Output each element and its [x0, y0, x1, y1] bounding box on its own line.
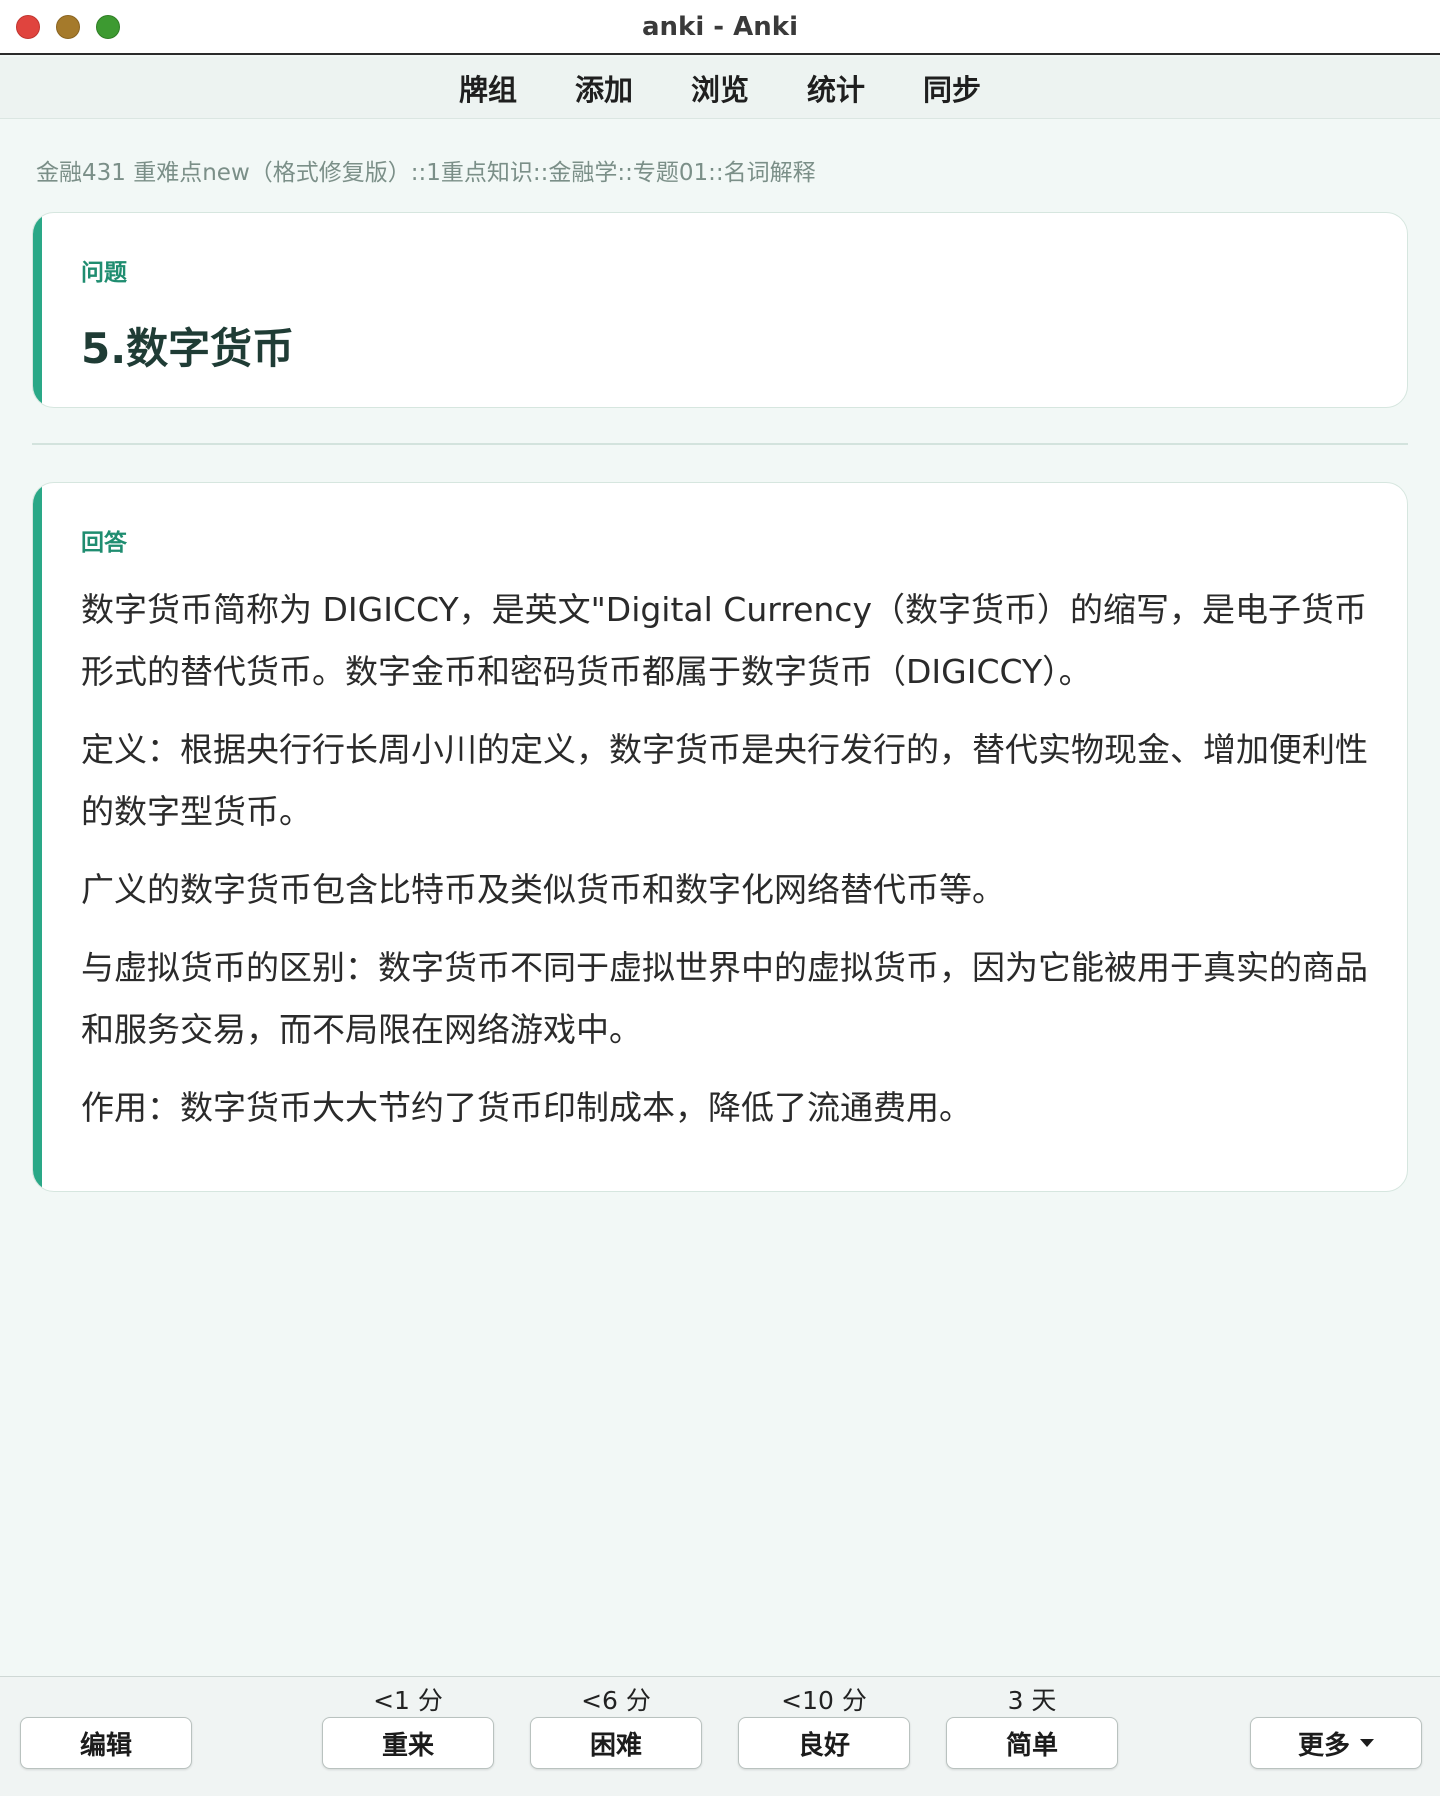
deck-breadcrumb: 金融431 重难点new（格式修复版）::1重点知识::金融学::专题01::名…	[36, 160, 816, 186]
answer-card: 回答 数字货币简称为 DIGICCY，是英文"Digital Currency（…	[32, 482, 1408, 1192]
answer-paragraph: 定义：根据央行行长周小川的定义，数字货币是央行发行的，替代实物现金、增加便利性的…	[81, 730, 1368, 831]
toolbar-stats[interactable]: 统计	[807, 67, 865, 109]
easy-interval: 3 天	[1007, 1686, 1057, 1715]
good-interval: <10 分	[781, 1686, 867, 1715]
card-divider	[32, 443, 1408, 445]
easy-button-label: 简单	[1005, 1730, 1058, 1761]
hard-interval: <6 分	[581, 1686, 651, 1715]
anki-window: anki - Anki 牌组 添加 浏览 统计 同步 金融431 重难点new（…	[0, 0, 1440, 1796]
question-card: 问题 5.数字货币	[32, 212, 1408, 408]
again-interval: <1 分	[373, 1686, 443, 1715]
again-button[interactable]: 重来	[322, 1717, 494, 1769]
toolbar-sync[interactable]: 同步	[923, 67, 981, 109]
answer-label: 回答	[81, 530, 127, 556]
toolbar-decks[interactable]: 牌组	[459, 67, 517, 109]
easy-button[interactable]: 简单	[946, 1717, 1118, 1769]
toolbar-browse[interactable]: 浏览	[691, 67, 749, 109]
good-button-label: 良好	[797, 1730, 850, 1761]
caret-down-icon	[1360, 1739, 1374, 1747]
answer-body: 数字货币简称为 DIGICCY，是英文"Digital Currency（数字货…	[81, 579, 1381, 1155]
review-bottom-bar: 编辑 <1 分 重来 <6 分 困难 <10 分 良好 3 天 简单 更多	[0, 1676, 1440, 1796]
answer-paragraph: 与虚拟货币的区别：数字货币不同于虚拟世界中的虚拟货币，因为它能被用于真实的商品和…	[81, 948, 1368, 1049]
again-button-label: 重来	[381, 1730, 434, 1761]
edit-button[interactable]: 编辑	[20, 1717, 192, 1769]
more-button-label: 更多	[1297, 1730, 1350, 1761]
window-title: anki - Anki	[642, 12, 798, 42]
main-toolbar: 牌组 添加 浏览 统计 同步	[0, 57, 1440, 119]
hard-button-label: 困难	[589, 1730, 642, 1761]
hard-button[interactable]: 困难	[530, 1717, 702, 1769]
question-label: 问题	[81, 260, 127, 286]
answer-paragraph: 广义的数字货币包含比特币及类似货币和数字化网络替代币等。	[81, 870, 1005, 909]
edit-button-label: 编辑	[79, 1730, 132, 1761]
question-text: 5.数字货币	[81, 324, 295, 373]
answer-paragraph: 作用：数字货币大大节约了货币印制成本，降低了流通费用。	[81, 1088, 972, 1127]
answer-paragraph: 数字货币简称为 DIGICCY，是英文"Digital Currency（数字货…	[81, 590, 1367, 691]
title-bar: anki - Anki	[0, 0, 1440, 55]
toolbar-add[interactable]: 添加	[575, 67, 633, 109]
good-button[interactable]: 良好	[738, 1717, 910, 1769]
more-button[interactable]: 更多	[1250, 1717, 1422, 1769]
